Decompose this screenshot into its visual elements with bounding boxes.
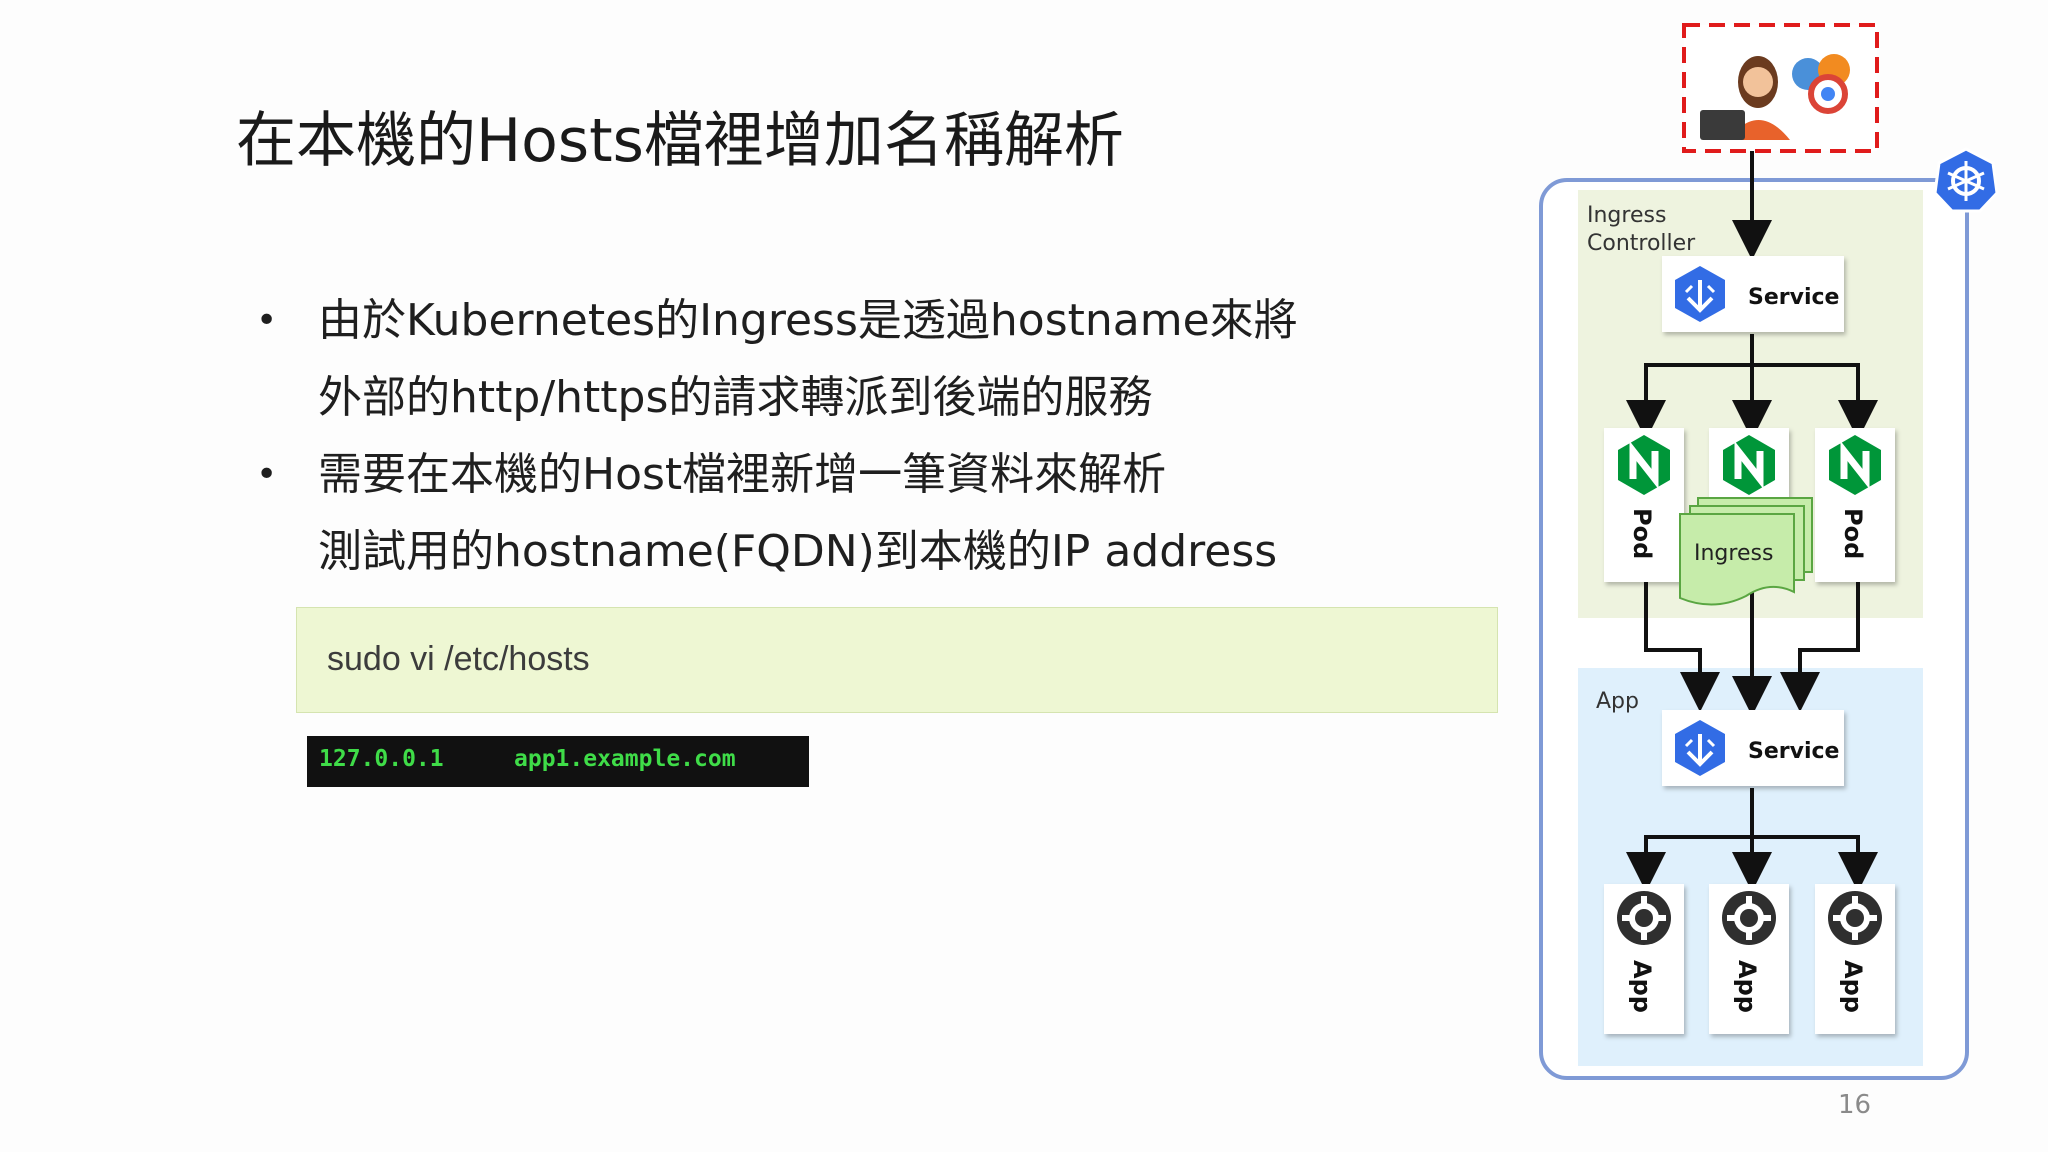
pod-label: Pod: [1628, 508, 1656, 559]
ingress-controller-label: Ingress: [1587, 203, 1666, 228]
app-pod-label: App: [1628, 960, 1656, 1013]
ingress-controller-label: Controller: [1587, 231, 1696, 256]
kubernetes-logo-icon: [1933, 147, 1999, 213]
app-pod-label: App: [1733, 960, 1761, 1013]
app-pod-label: App: [1839, 960, 1867, 1013]
gear-icon: [1617, 891, 1671, 945]
service-label: Service: [1748, 285, 1839, 310]
service-label: Service: [1748, 739, 1839, 764]
gear-icon: [1828, 891, 1882, 945]
ingress-resource-label: Ingress: [1694, 541, 1773, 566]
ingress-diagram: Ingress Controller App Service Service P…: [1539, 23, 1999, 1080]
slide: 在本機的Hosts檔裡增加名稱解析 • 由於Kubernetes的Ingress…: [0, 0, 2048, 1152]
gear-icon: [1722, 891, 1776, 945]
app-area-label: App: [1596, 689, 1639, 714]
pod-label: Pod: [1839, 508, 1867, 559]
